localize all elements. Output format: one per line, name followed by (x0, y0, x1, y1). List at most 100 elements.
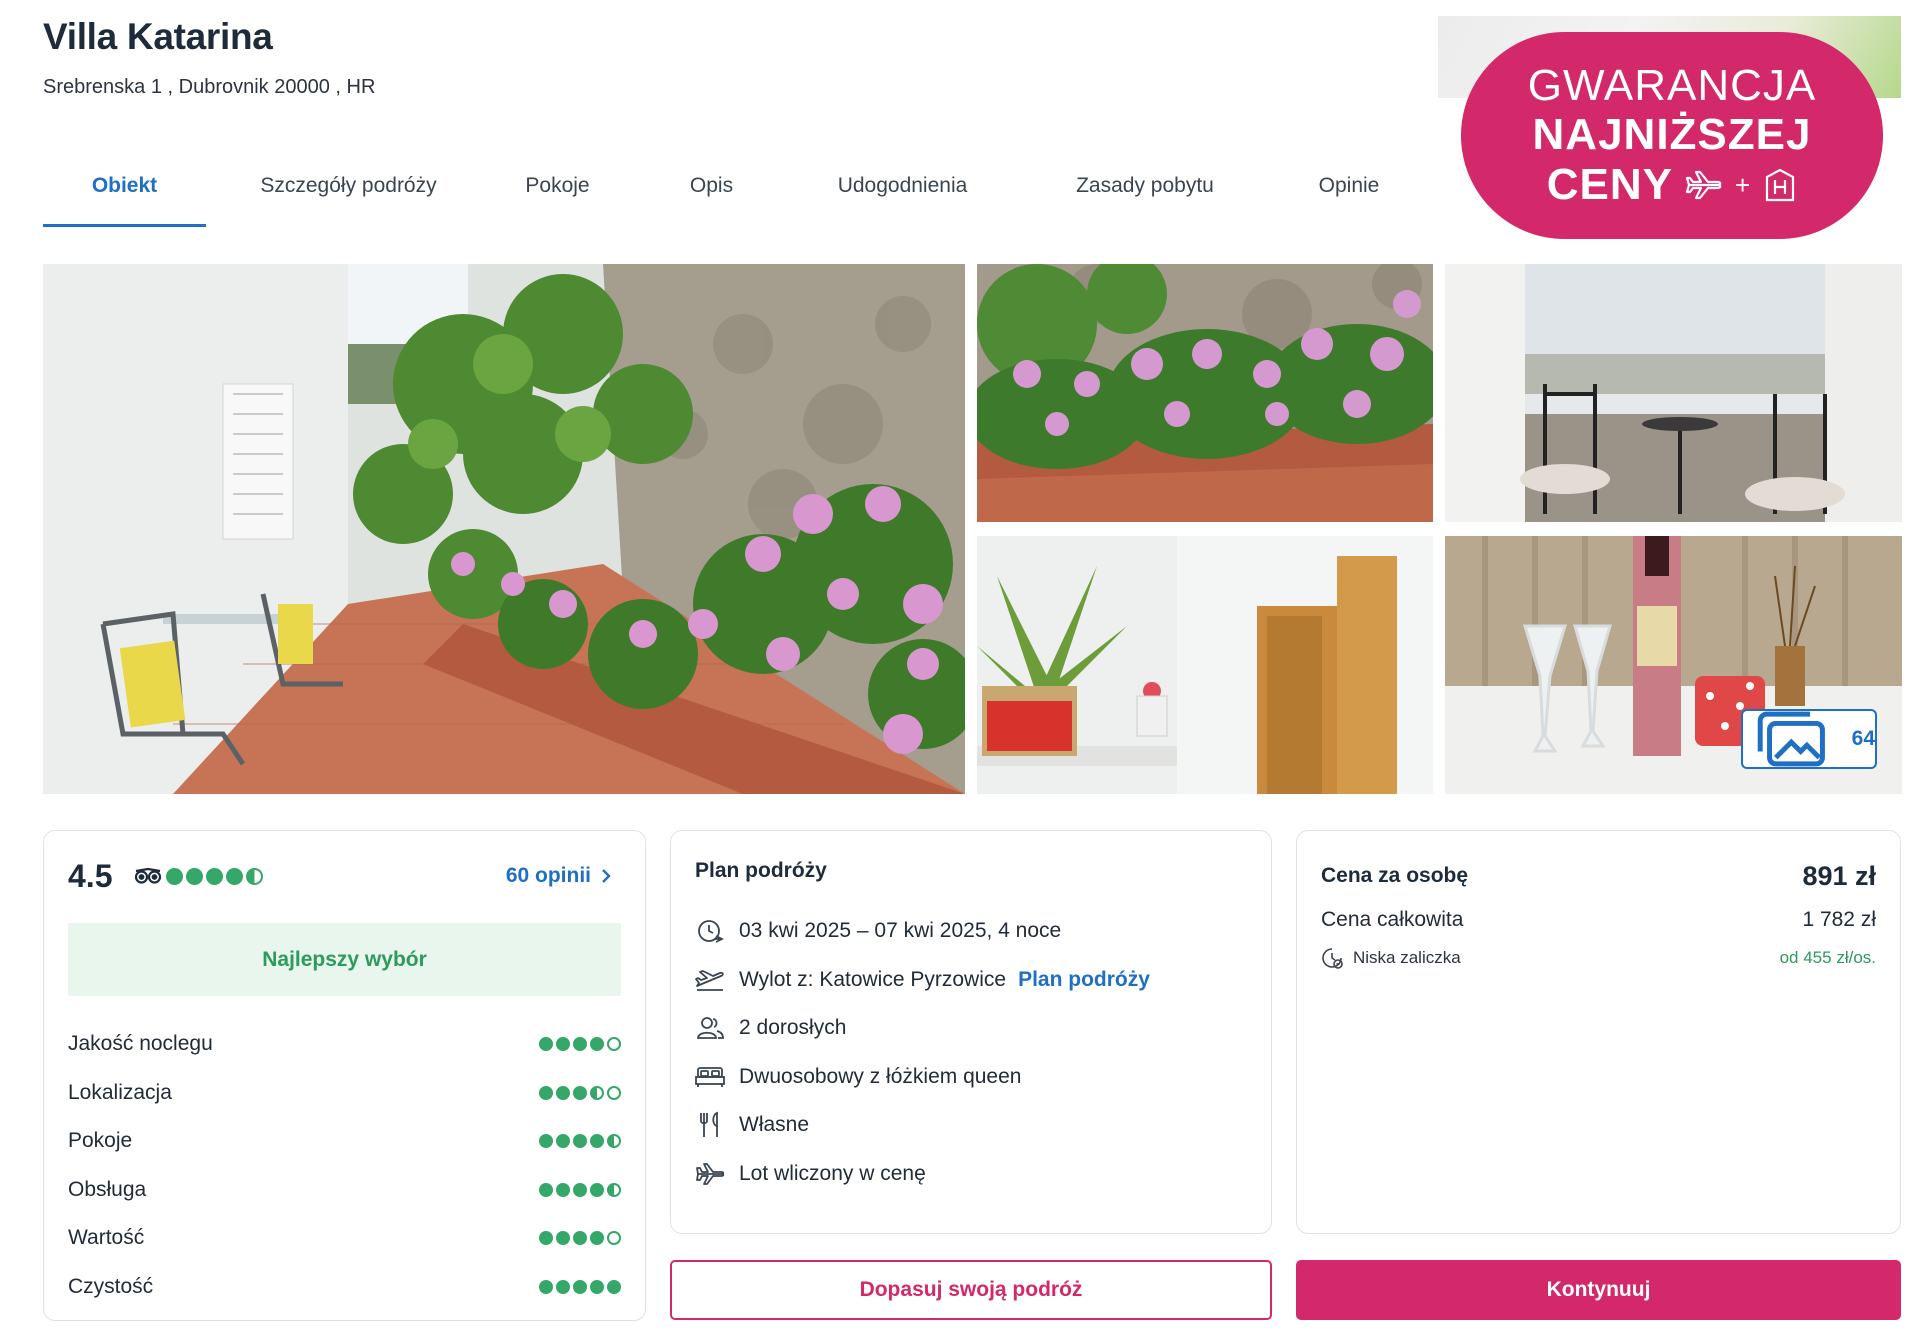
plan-title: Plan podróży (695, 859, 827, 882)
tripadvisor-icon (134, 867, 162, 884)
rating-dot (607, 1037, 621, 1052)
plan-link[interactable]: Plan podróży (1018, 968, 1150, 992)
price-total-label: Cena całkowita (1321, 908, 1464, 931)
rating-row-label: Pokoje (68, 1129, 133, 1153)
rating-dot (556, 1182, 570, 1197)
customize-trip-button[interactable]: Dopasuj swoją podróż (670, 1260, 1272, 1320)
hotel-header: Villa Katarina Srebrenska 1 , Dubrovnik … (43, 16, 1403, 99)
rating-dot (246, 867, 263, 885)
rating-dot (556, 1231, 570, 1246)
tripadvisor-rating-dots (166, 867, 263, 885)
plan-room: Dwuosobowy z łóżkiem queen (739, 1064, 1022, 1088)
price-total-value: 1 782 zł (1802, 908, 1876, 931)
plan-meals: Własne (739, 1113, 810, 1137)
tab-zasady-pobytu[interactable]: Zasady pobytu (1006, 160, 1284, 227)
rating-categories: Jakość noclegu Lokalizacja Pokoje Obsług… (68, 1020, 621, 1311)
rating-dot (166, 867, 183, 885)
deposit-label: Niska zaliczka (1353, 948, 1461, 967)
rating-dot (226, 867, 243, 885)
rating-dot (556, 1134, 570, 1149)
hotel-address: Srebrenska 1 , Dubrovnik 20000 , HR (43, 76, 376, 98)
badge-line1: GWARANCJA (1527, 60, 1817, 110)
rating-row-wartosc: Wartość (68, 1214, 621, 1263)
rating-row-lokalizacja: Lokalizacja (68, 1069, 621, 1118)
plan-row-room: Dwuosobowy z łóżkiem queen (695, 1053, 1247, 1102)
rating-row-obsluga: Obsługa (68, 1166, 621, 1215)
rating-dot (556, 1279, 570, 1294)
cutlery-icon (695, 1110, 725, 1140)
rating-dots (539, 1134, 621, 1149)
rating-dot (539, 1231, 553, 1246)
rating-dot (607, 1231, 621, 1246)
plan-flight: Lot wliczony w cenę (739, 1161, 926, 1185)
gallery-photo-2[interactable] (977, 264, 1433, 522)
hotel-name: Villa Katarina (43, 16, 273, 57)
gallery-photo-main[interactable] (43, 264, 965, 794)
rating-dot (590, 1182, 604, 1197)
price-per-person-row: Cena za osobę 891 zł (1321, 859, 1876, 893)
rating-dot (590, 1231, 604, 1246)
rating-dot (607, 1182, 621, 1197)
rating-row-pokoje: Pokoje (68, 1117, 621, 1166)
rating-dot (556, 1037, 570, 1052)
rating-dot (573, 1182, 587, 1197)
rating-row-label: Lokalizacja (68, 1080, 172, 1104)
rating-dot (590, 1085, 604, 1100)
chevron-right-icon (602, 869, 611, 883)
tab-pokoje[interactable]: Pokoje (491, 160, 624, 227)
reviews-link[interactable]: 60 opinii (506, 864, 621, 888)
tab-bar: Obiekt Szczegóły podróży Pokoje Opis Udo… (43, 160, 1414, 227)
photo-count-button[interactable]: 64 (1741, 709, 1877, 769)
rating-dots (539, 1182, 621, 1197)
rating-row-label: Jakość noclegu (68, 1032, 213, 1056)
badge-line2: NAJNIŻSZEJ (1532, 109, 1812, 159)
rating-dot (607, 1279, 621, 1294)
plan-row-meals: Własne (695, 1101, 1247, 1150)
plan-travellers: 2 dorosłych (739, 1016, 847, 1040)
rating-dot (590, 1134, 604, 1149)
rating-dots (539, 1085, 621, 1100)
tab-opis[interactable]: Opis (624, 160, 799, 227)
rating-dot (607, 1134, 621, 1149)
rating-dot (539, 1279, 553, 1294)
plan-row-departure: Wylot z: Katowice Pyrzowice Plan podróży (695, 956, 1247, 1005)
plan-row-travellers: 2 dorosłych (695, 1004, 1247, 1053)
deposit-icon (1322, 948, 1343, 969)
rating-dot (607, 1085, 621, 1100)
deposit-value: od 455 zł/os. (1779, 948, 1876, 967)
rating-dots (539, 1037, 621, 1052)
rating-dot (206, 867, 223, 885)
tab-opinie[interactable]: Opinie (1284, 160, 1414, 227)
continue-button[interactable]: Kontynuuj (1296, 1260, 1901, 1320)
rating-dot (539, 1037, 553, 1052)
rating-dot (573, 1085, 587, 1100)
rating-row-label: Obsługa (68, 1177, 147, 1201)
plan-dates: 03 kwi 2025 – 07 kwi 2025, 4 noce (739, 919, 1062, 943)
best-choice-banner: Najlepszy wybór (68, 923, 621, 996)
travel-plan-card: Plan podróży 03 kwi 2025 – 07 kwi 2025, … (670, 830, 1272, 1234)
gallery-photo-3[interactable] (1445, 264, 1902, 522)
price-per-person-label: Cena za osobę (1321, 864, 1469, 887)
rating-dot (556, 1085, 570, 1100)
rating-dot (539, 1085, 553, 1100)
gallery-photo-4[interactable] (977, 536, 1433, 794)
departure-icon (695, 965, 725, 995)
photos-icon (1757, 711, 1825, 767)
rating-dots (539, 1279, 621, 1294)
photo-count: 64 (1851, 727, 1875, 750)
rating-row-label: Czystość (68, 1274, 154, 1298)
rating-dot (573, 1231, 587, 1246)
price-total-row: Cena całkowita 1 782 zł (1321, 903, 1876, 937)
rating-row-label: Wartość (68, 1226, 145, 1250)
tab-udogodnienia[interactable]: Udogodnienia (799, 160, 1006, 227)
rating-dot (573, 1037, 587, 1052)
rating-dot (186, 867, 203, 885)
photo-gallery: 64 (43, 264, 1902, 794)
badge-line3: CENY (1546, 159, 1674, 209)
rating-row-czystosc: Czystość (68, 1263, 621, 1312)
tab-obiekt[interactable]: Obiekt (43, 160, 206, 227)
rating-dot (590, 1037, 604, 1052)
gallery-photo-5[interactable]: 64 (1445, 536, 1902, 794)
plane-icon (695, 1159, 725, 1189)
tab-szczegoly-podrozy[interactable]: Szczegóły podróży (206, 160, 491, 227)
